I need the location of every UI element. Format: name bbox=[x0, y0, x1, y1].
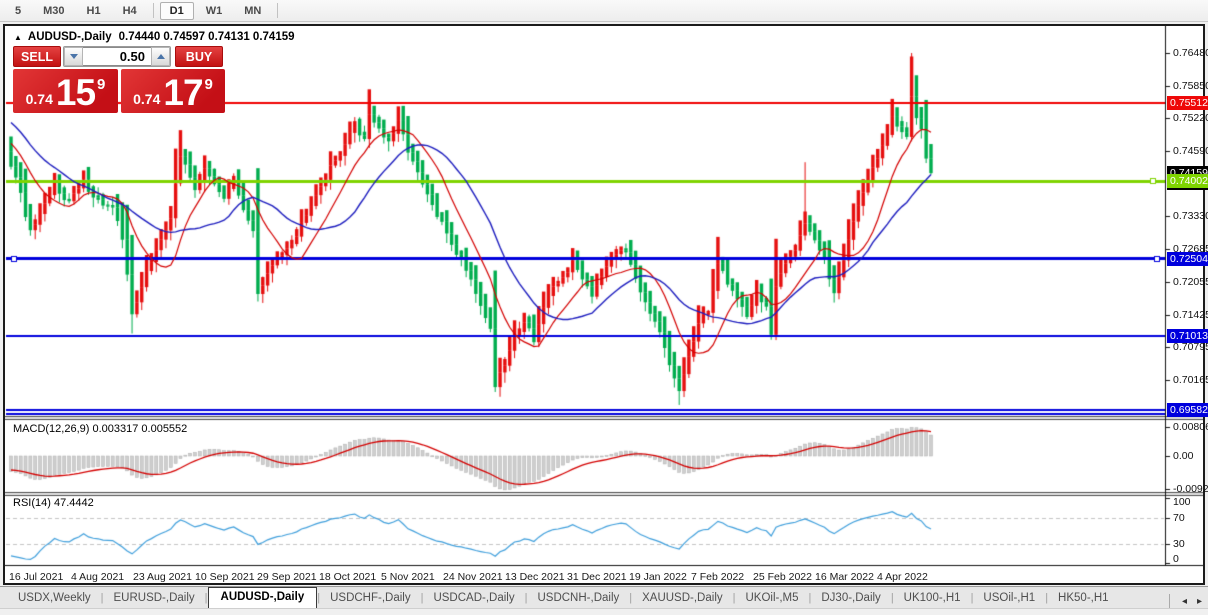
tab-scroll-right-icon[interactable]: ▸ bbox=[1197, 596, 1202, 607]
timeframe-toolbar: 5M30H1H4 D1W1MN bbox=[0, 0, 1208, 22]
rsi-tick-label: 30 bbox=[1173, 538, 1185, 550]
price-level-box: 0.72504 bbox=[1167, 252, 1208, 266]
collapse-panel-icon[interactable]: ▲ bbox=[14, 33, 22, 42]
ask-price-big: 17 bbox=[163, 75, 202, 110]
chart-ohlc-values: 0.74440 0.74597 0.74131 0.74159 bbox=[119, 31, 295, 43]
tab-hk50-h1[interactable]: HK50-,H1 bbox=[1048, 589, 1119, 608]
price-level-box: 0.75512 bbox=[1167, 96, 1208, 110]
chart-title: ▲ AUDUSD-,Daily 0.74440 0.74597 0.74131 … bbox=[14, 30, 295, 44]
rsi-tick-label: 0 bbox=[1173, 553, 1179, 565]
volume-decrease-button[interactable] bbox=[64, 47, 83, 66]
volume-increase-button[interactable] bbox=[151, 47, 170, 66]
ask-price-pipette: 9 bbox=[205, 76, 213, 93]
date-tick-label: 16 Mar 2022 bbox=[815, 571, 874, 583]
macd-tick-label: 0.008061 bbox=[1173, 421, 1208, 433]
price-level-box: 0.74002 bbox=[1167, 174, 1208, 188]
date-tick-label: 4 Apr 2022 bbox=[877, 571, 928, 583]
tab-usdx-weekly[interactable]: USDX,Weekly bbox=[8, 589, 101, 608]
bid-price-button[interactable]: 0.74 15 9 bbox=[13, 69, 118, 113]
price-tick-label: 0.70165 bbox=[1173, 374, 1208, 386]
bid-price-prefix: 0.74 bbox=[26, 91, 53, 107]
price-tick-label: 0.75220 bbox=[1173, 112, 1208, 124]
ask-price-prefix: 0.74 bbox=[133, 91, 160, 107]
date-tick-label: 10 Sep 2021 bbox=[195, 571, 255, 583]
date-tick-label: 5 Nov 2021 bbox=[381, 571, 435, 583]
date-tick-label: 19 Jan 2022 bbox=[629, 571, 687, 583]
tab-usdcnh-daily[interactable]: USDCNH-,Daily bbox=[527, 589, 629, 608]
symbol-tab-bar: USDX,Weekly|EURUSD-,Daily|AUDUSD-,Daily|… bbox=[0, 586, 1208, 608]
trade-panel-quotes: 0.74 15 9 0.74 17 9 bbox=[13, 69, 225, 113]
chart-symbol-period: AUDUSD-,Daily bbox=[28, 31, 112, 43]
timeframe-button-mn[interactable]: MN bbox=[234, 2, 271, 20]
date-tick-label: 31 Dec 2021 bbox=[567, 571, 627, 583]
chart-window: ▲ AUDUSD-,Daily 0.74440 0.74597 0.74131 … bbox=[3, 24, 1205, 585]
timeframe-button-h4[interactable]: H4 bbox=[113, 2, 147, 20]
rsi-indicator-label: RSI(14) 47.4442 bbox=[13, 497, 94, 509]
triangle-up-icon bbox=[157, 54, 165, 59]
date-tick-label: 4 Aug 2021 bbox=[71, 571, 124, 583]
date-tick-label: 16 Jul 2021 bbox=[9, 571, 63, 583]
price-tick-label: 0.76480 bbox=[1173, 47, 1208, 59]
tab-audusd-daily[interactable]: AUDUSD-,Daily bbox=[208, 587, 318, 608]
macd-tick-label: 0.00 bbox=[1173, 450, 1193, 462]
volume-input[interactable] bbox=[83, 47, 151, 66]
date-tick-label: 13 Dec 2021 bbox=[505, 571, 565, 583]
tab-dj30-daily[interactable]: DJ30-,Daily bbox=[811, 589, 890, 608]
buy-button[interactable]: BUY bbox=[175, 46, 223, 67]
price-tick-label: 0.73330 bbox=[1173, 210, 1208, 222]
tab-scroll-left-icon[interactable]: ◂ bbox=[1182, 596, 1187, 607]
price-tick-label: 0.72055 bbox=[1173, 276, 1208, 288]
bid-price-big: 15 bbox=[56, 75, 95, 110]
tab-xauusd-daily[interactable]: XAUUSD-,Daily bbox=[632, 589, 733, 608]
date-tick-label: 23 Aug 2021 bbox=[133, 571, 192, 583]
rsi-tick-label: 100 bbox=[1173, 496, 1191, 508]
tab-eurusd-daily[interactable]: EURUSD-,Daily bbox=[104, 589, 205, 608]
tab-separator bbox=[1169, 594, 1170, 608]
trade-panel-controls: SELL BUY bbox=[13, 46, 225, 67]
date-tick-label: 18 Oct 2021 bbox=[319, 571, 376, 583]
price-tick-label: 0.74590 bbox=[1173, 145, 1208, 157]
bid-price-pipette: 9 bbox=[97, 76, 105, 93]
volume-stepper bbox=[63, 46, 171, 67]
tab-usdcad-daily[interactable]: USDCAD-,Daily bbox=[423, 589, 524, 608]
date-tick-label: 24 Nov 2021 bbox=[443, 571, 503, 583]
rsi-tick-label: 70 bbox=[1173, 512, 1185, 524]
toolbar-separator bbox=[277, 3, 278, 18]
tab-usoil-h1[interactable]: USOil-,H1 bbox=[973, 589, 1045, 608]
triangle-down-icon bbox=[70, 54, 78, 59]
timeframe-button-h1[interactable]: H1 bbox=[77, 2, 111, 20]
one-click-trade-panel: SELL BUY 0.74 15 9 0.74 17 9 bbox=[13, 46, 225, 113]
timeframe-button-5[interactable]: 5 bbox=[5, 2, 31, 20]
tab-uk100-h1[interactable]: UK100-,H1 bbox=[894, 589, 971, 608]
sell-button[interactable]: SELL bbox=[13, 46, 61, 67]
date-tick-label: 7 Feb 2022 bbox=[691, 571, 744, 583]
date-tick-label: 25 Feb 2022 bbox=[753, 571, 812, 583]
price-level-box: 0.71013 bbox=[1167, 329, 1208, 343]
status-bar bbox=[0, 608, 1208, 615]
price-tick-label: 0.75850 bbox=[1173, 80, 1208, 92]
tab-ukoil-m5[interactable]: UKOil-,M5 bbox=[735, 589, 808, 608]
tab-usdchf-daily[interactable]: USDCHF-,Daily bbox=[320, 589, 421, 608]
timeframe-button-w1[interactable]: W1 bbox=[196, 2, 233, 20]
timeframe-button-m30[interactable]: M30 bbox=[33, 2, 74, 20]
ask-price-button[interactable]: 0.74 17 9 bbox=[121, 69, 225, 113]
toolbar-separator bbox=[153, 3, 154, 18]
date-tick-label: 29 Sep 2021 bbox=[257, 571, 317, 583]
timeframe-button-d1[interactable]: D1 bbox=[160, 2, 194, 20]
price-tick-label: 0.71425 bbox=[1173, 309, 1208, 321]
macd-indicator-label: MACD(12,26,9) 0.003317 0.005552 bbox=[13, 423, 187, 435]
price-level-box: 0.69582 bbox=[1167, 403, 1208, 417]
mt4-terminal: 5M30H1H4 D1W1MN ▲ AUDUSD-,Daily 0.74440 0… bbox=[0, 0, 1208, 615]
macd-tick-label: -0.009288 bbox=[1173, 483, 1208, 495]
price-tick-label: 0.70795 bbox=[1173, 341, 1208, 353]
